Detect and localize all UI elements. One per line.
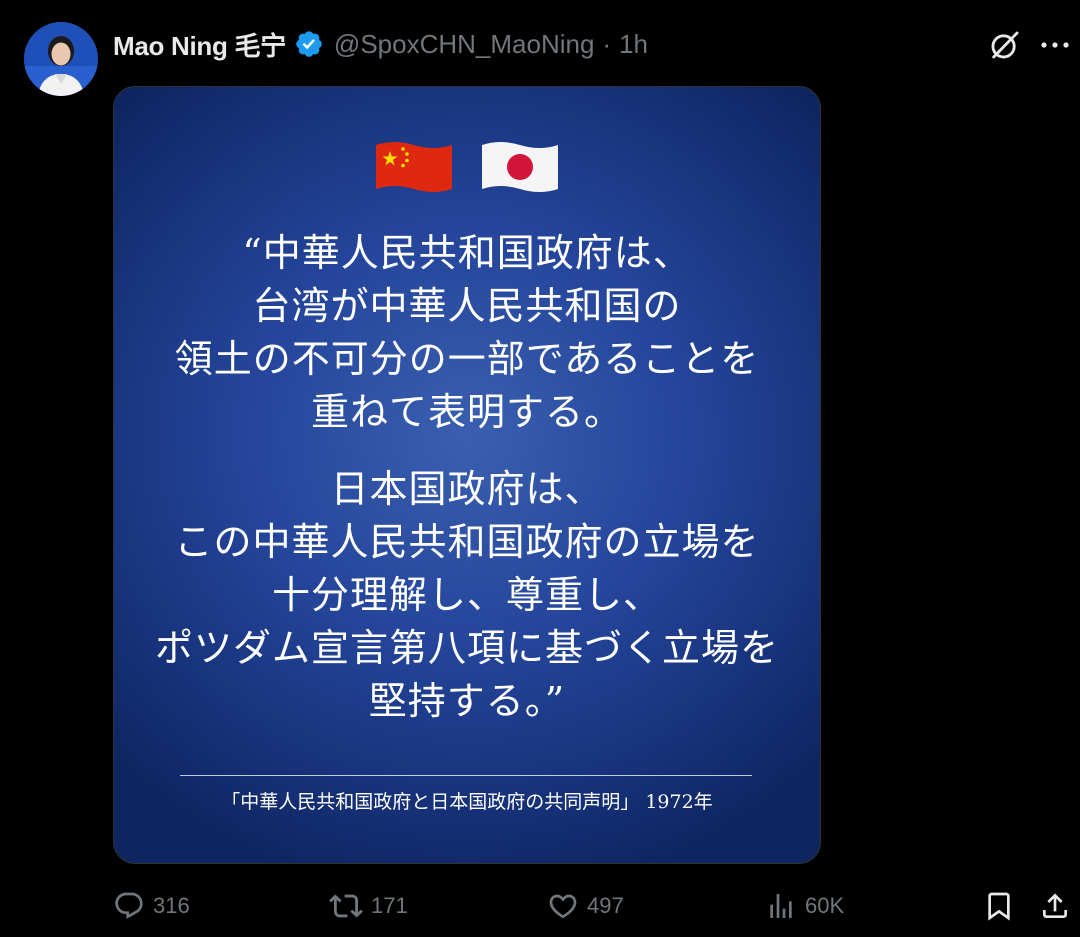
quote-line: 領土の不可分の一部であることを [174, 337, 760, 381]
analytics-icon [770, 894, 792, 918]
quote-line: 十分理解し、尊重し、 [271, 573, 662, 617]
tweet[interactable]: Mao Ning 毛宁 @SpoxCHN_MaoNing · 1h “中華人民共… [0, 0, 1080, 937]
repost-count: 171 [371, 893, 408, 918]
repost-icon [329, 894, 363, 918]
divider [180, 775, 752, 776]
heart-icon [549, 894, 577, 919]
bookmark-icon [988, 892, 1010, 921]
time-separator: · [602, 28, 612, 59]
quote-line: “中華人民共和国政府は、 [242, 231, 692, 275]
quote-source: 「中華人民共和国政府と日本国政府の共同声明」 1972年 [221, 791, 713, 813]
share-button[interactable] [1039, 886, 1079, 926]
japan-flag-icon [482, 142, 558, 192]
flags-row [114, 137, 820, 197]
author-handle[interactable]: @SpoxCHN_MaoNing [334, 29, 595, 60]
views-button[interactable]: 60K [765, 886, 844, 926]
quote-paragraph-1: “中華人民共和国政府は、 台湾が中華人民共和国の 領土の不可分の一部であることを… [114, 227, 820, 439]
share-icon [1043, 893, 1067, 918]
post-image[interactable]: “中華人民共和国政府は、 台湾が中華人民共和国の 領土の不可分の一部であることを… [113, 86, 821, 864]
tweet-header: Mao Ning 毛宁 @SpoxCHN_MaoNing · 1h [113, 24, 648, 64]
more-options-icon[interactable] [1040, 40, 1070, 50]
quote-line: この中華人民共和国政府の立場を [174, 520, 760, 564]
quote-line: 台湾が中華人民共和国の [252, 284, 682, 328]
quote-line: ポツダム宣言第八項に基づく立場を [154, 626, 779, 670]
repost-button[interactable]: 171 [329, 886, 408, 926]
bookmark-button[interactable] [983, 886, 1023, 926]
verified-badge-icon[interactable] [294, 29, 324, 59]
avatar-photo [24, 22, 98, 96]
quote-paragraph-2: 日本国政府は、 この中華人民共和国政府の立場を 十分理解し、尊重し、 ポツダム宣… [114, 463, 820, 728]
action-bar: 316 171 497 60K [113, 886, 1073, 926]
reply-count: 316 [153, 893, 190, 918]
quote-line: 重ねて表明する。 [310, 390, 623, 434]
reply-button[interactable]: 316 [113, 886, 190, 926]
post-time[interactable]: 1h [619, 29, 648, 60]
display-name[interactable]: Mao Ning 毛宁 [113, 26, 286, 63]
like-count: 497 [587, 893, 624, 918]
like-button[interactable]: 497 [547, 886, 624, 926]
grok-icon[interactable] [988, 28, 1022, 62]
china-flag-icon [376, 142, 452, 192]
avatar[interactable] [24, 22, 98, 96]
view-count: 60K [805, 893, 845, 918]
quote-line: 日本国政府は、 [330, 467, 604, 511]
reply-icon [115, 892, 143, 919]
quote-line: 堅持する。” [368, 679, 566, 723]
